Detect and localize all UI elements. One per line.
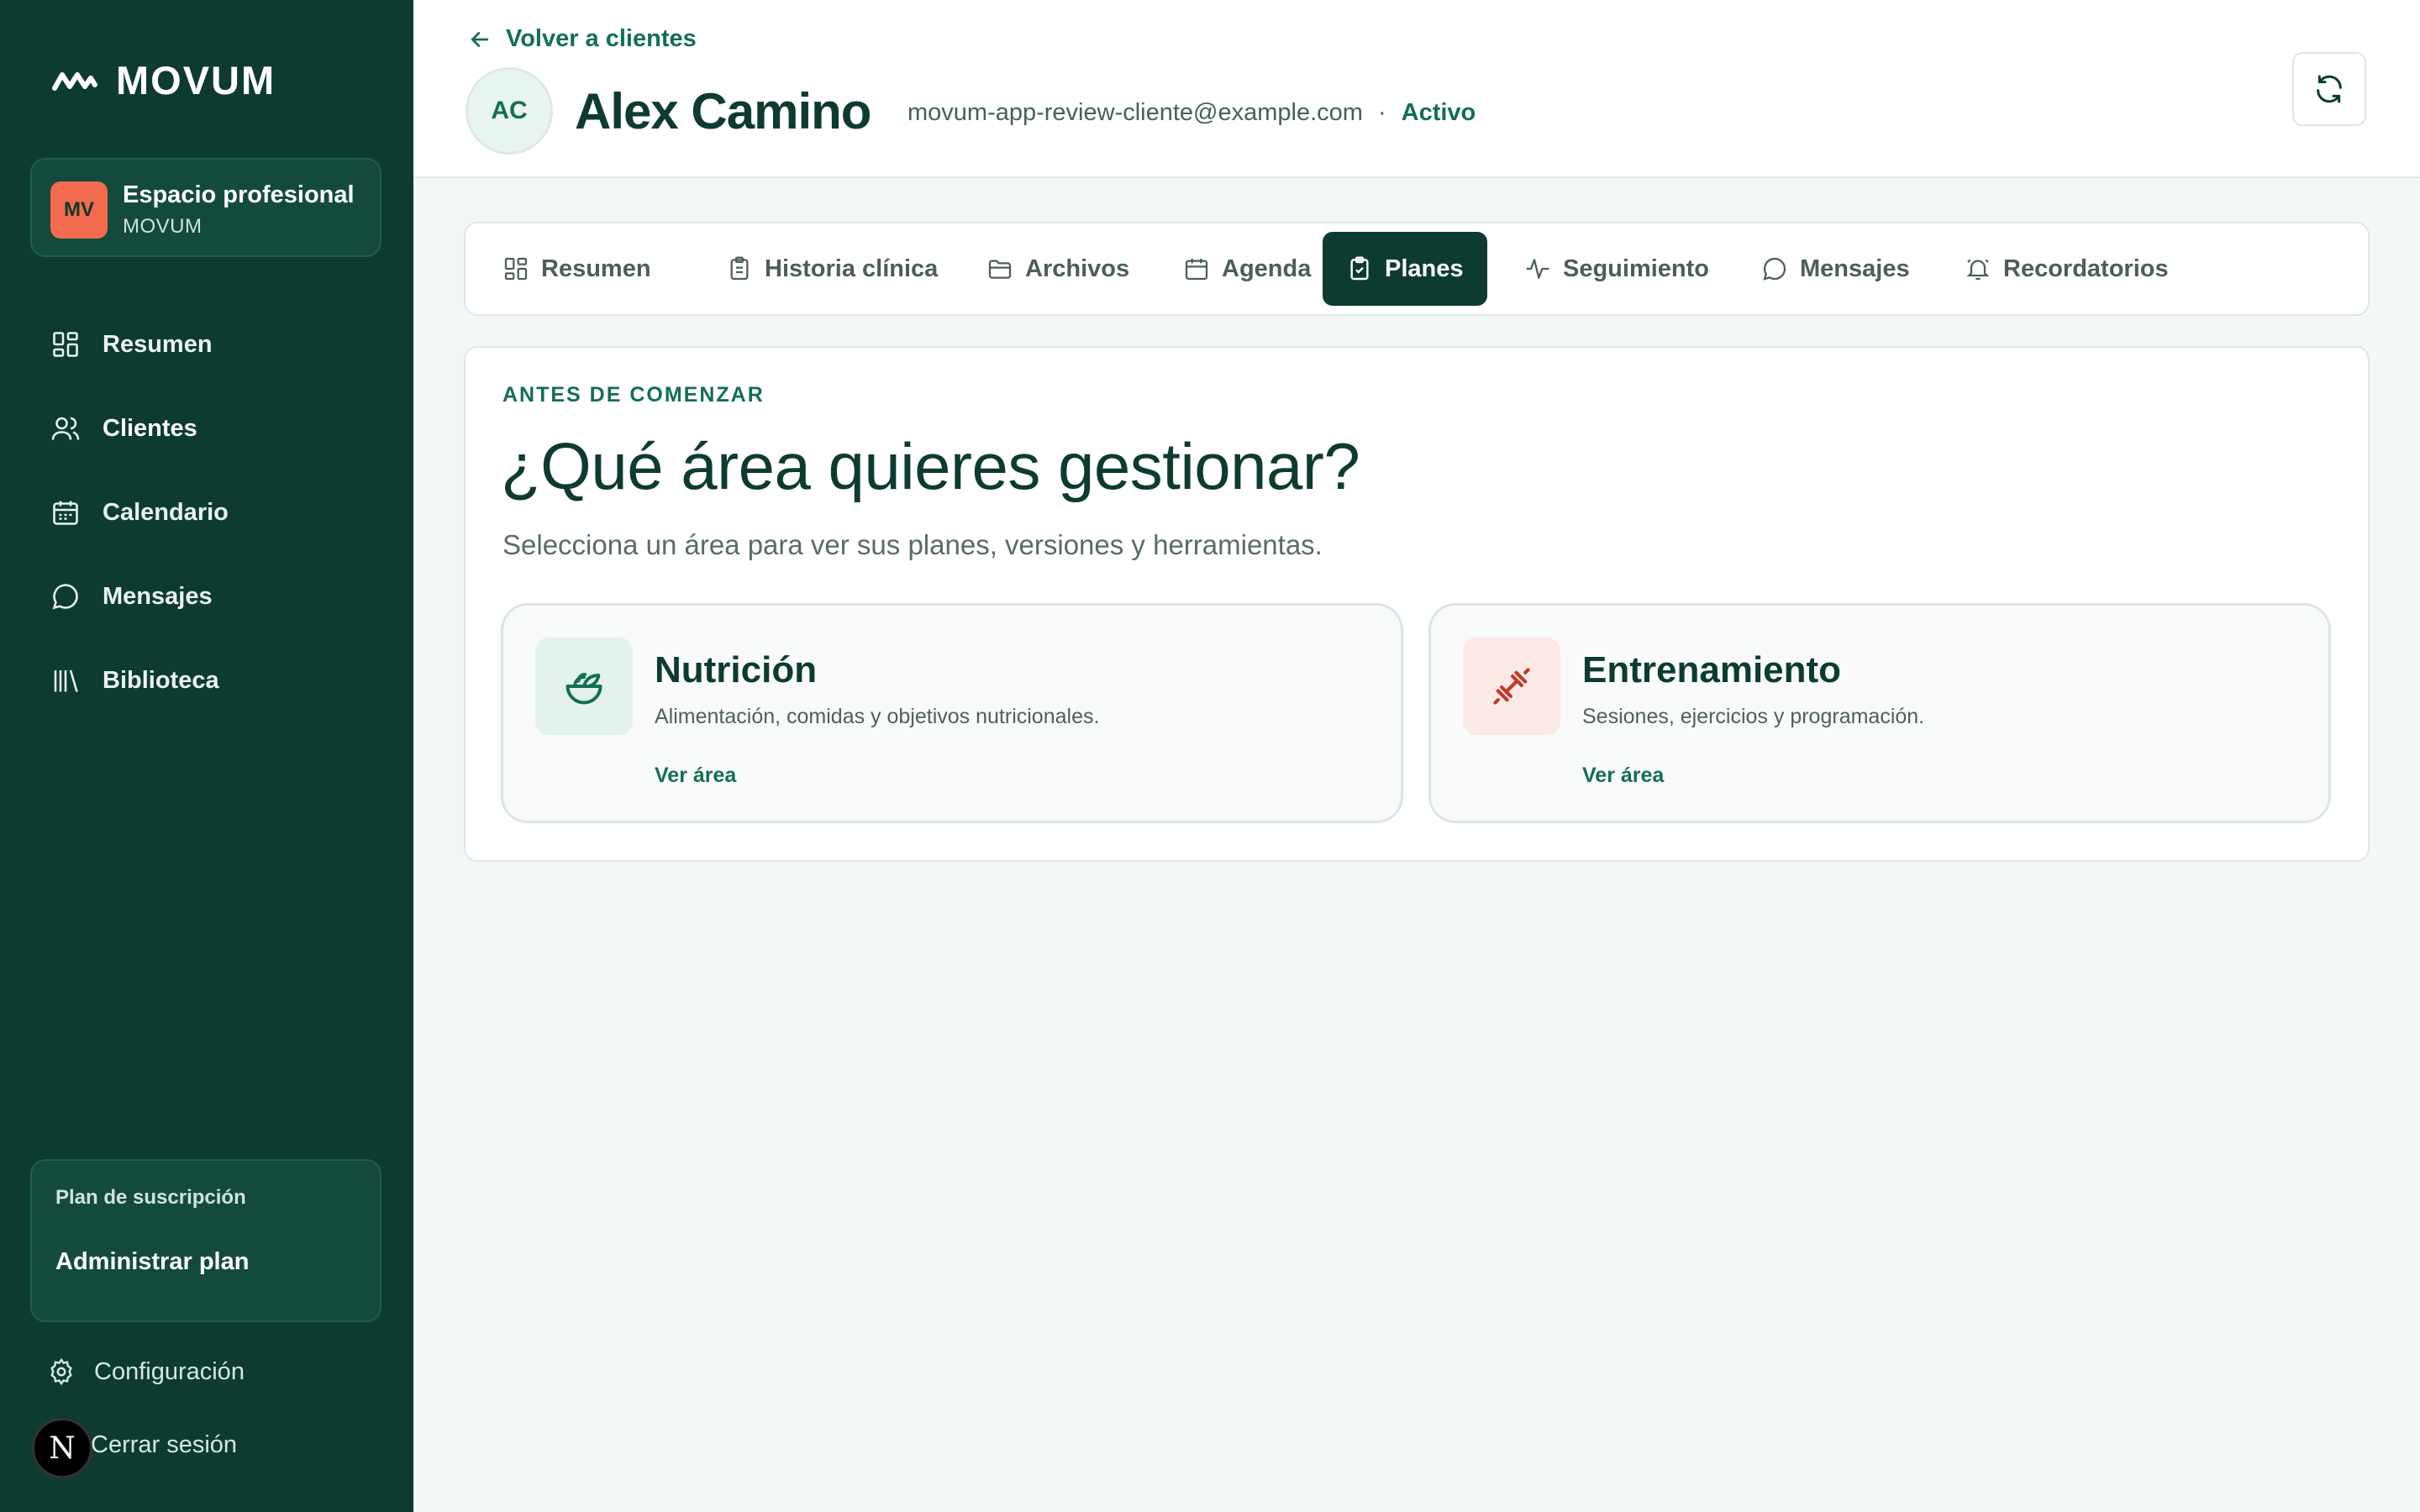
area-title: Nutrición bbox=[655, 649, 818, 690]
dashboard-icon bbox=[53, 332, 78, 357]
workspace-switcher[interactable]: MV Espacio profesional MOVUM bbox=[30, 158, 381, 257]
area-title: Entrenamiento bbox=[1582, 649, 1842, 690]
area-description: Alimentación, comidas y objetivos nutric… bbox=[655, 705, 1100, 728]
area-icon-box bbox=[1463, 638, 1560, 735]
tab-label: Agenda bbox=[1222, 255, 1312, 282]
tab-label: Planes bbox=[1385, 255, 1464, 282]
activity-icon bbox=[1526, 259, 1549, 279]
subscription-card: Plan de suscripción Administrar plan bbox=[30, 1159, 381, 1322]
sidebar-item-calendario[interactable]: Calendario bbox=[50, 487, 370, 538]
tab-resumen[interactable]: Resumen bbox=[479, 232, 675, 306]
movum-logo-icon bbox=[52, 71, 97, 91]
view-area-link[interactable]: Ver área bbox=[1582, 764, 1664, 788]
tab-label: Seguimiento bbox=[1563, 255, 1710, 282]
logout-label: Cerrar sesión bbox=[91, 1431, 238, 1458]
sidebar: MOVUM MV Espacio profesional MOVUM Resum… bbox=[0, 0, 413, 1512]
message-icon bbox=[1763, 257, 1786, 281]
logout-link[interactable]: Cerrar sesión bbox=[91, 1431, 237, 1459]
arrow-left-icon bbox=[471, 31, 489, 47]
sidebar-item-mensajes[interactable]: Mensajes bbox=[50, 571, 370, 622]
area-selector-panel: ANTES DE COMENZAR ¿Qué área quieres gest… bbox=[464, 346, 2370, 862]
area-card-nutricion[interactable]: Nutrición Alimentación, comidas y objeti… bbox=[501, 603, 1403, 823]
client-header: Volver a clientes AC Alex Camino movum-a… bbox=[413, 0, 2420, 178]
workspace-avatar: MV bbox=[50, 181, 108, 239]
page-subtitle: Selecciona un área para ver sus planes, … bbox=[502, 529, 1323, 560]
back-to-clients-link[interactable]: Volver a clientes bbox=[467, 25, 697, 53]
sidebar-item-label: Biblioteca bbox=[103, 666, 219, 694]
tab-label: Historia clínica bbox=[765, 255, 939, 282]
area-icon-box bbox=[535, 638, 633, 735]
tab-label: Resumen bbox=[541, 255, 651, 282]
tab-seguimiento[interactable]: Seguimiento bbox=[1501, 232, 1733, 306]
sidebar-item-label: Mensajes bbox=[103, 582, 213, 610]
client-tabs: Resumen Historia clínica Archivos Agenda… bbox=[464, 222, 2370, 316]
refresh-button[interactable] bbox=[2292, 52, 2366, 126]
manage-plan-link[interactable]: Administrar plan bbox=[55, 1248, 249, 1276]
dumbbell-icon bbox=[1493, 668, 1530, 705]
sidebar-item-label: Resumen bbox=[103, 330, 213, 358]
tab-mensajes[interactable]: Mensajes bbox=[1738, 232, 1933, 306]
folder-icon bbox=[988, 260, 1012, 279]
client-avatar: AC bbox=[466, 67, 553, 155]
eyebrow-label: ANTES DE COMENZAR bbox=[502, 383, 765, 407]
client-email: movum-app-review-cliente@example.com bbox=[908, 99, 1363, 126]
message-icon bbox=[52, 584, 78, 610]
sidebar-item-label: Calendario bbox=[103, 498, 229, 526]
library-icon bbox=[54, 669, 78, 692]
clipboard-check-icon bbox=[1350, 256, 1369, 281]
area-card-entrenamiento[interactable]: Entrenamiento Sesiones, ejercicios y pro… bbox=[1428, 603, 2331, 823]
tab-label: Archivos bbox=[1025, 255, 1130, 282]
tab-label: Recordatorios bbox=[2003, 255, 2169, 282]
brand-name: MOVUM bbox=[116, 58, 276, 102]
clipboard-icon bbox=[730, 256, 749, 281]
meta-separator: · bbox=[1377, 99, 1386, 126]
client-meta: movum-app-review-cliente@example.com · A… bbox=[908, 99, 1476, 127]
refresh-icon bbox=[2317, 75, 2342, 103]
sidebar-item-clientes[interactable]: Clientes bbox=[50, 403, 370, 454]
sidebar-item-biblioteca[interactable]: Biblioteca bbox=[50, 655, 370, 706]
area-description: Sesiones, ejercicios y programación. bbox=[1582, 705, 1925, 728]
tab-agenda[interactable]: Agenda bbox=[1160, 232, 1334, 306]
tab-archivos[interactable]: Archivos bbox=[963, 232, 1153, 306]
tab-historia-clinica[interactable]: Historia clínica bbox=[702, 232, 961, 306]
sidebar-item-resumen[interactable]: Resumen bbox=[50, 319, 370, 370]
bell-icon bbox=[1966, 259, 1990, 281]
brand-logo[interactable]: MOVUM bbox=[52, 57, 276, 103]
tab-planes[interactable]: Planes bbox=[1323, 232, 1487, 306]
gear-icon bbox=[50, 1357, 72, 1386]
dev-badge[interactable]: N bbox=[32, 1418, 92, 1478]
back-label: Volver a clientes bbox=[506, 25, 697, 52]
settings-label: Configuración bbox=[94, 1357, 245, 1385]
settings-link[interactable]: Configuración bbox=[47, 1357, 245, 1386]
dashboard-icon bbox=[504, 257, 528, 281]
calendar-icon bbox=[53, 501, 78, 525]
calendar-icon bbox=[1185, 259, 1208, 281]
page-title: ¿Qué área quieres gestionar? bbox=[501, 429, 1360, 503]
users-icon bbox=[51, 417, 80, 440]
client-name: Alex Camino bbox=[575, 83, 871, 139]
salad-icon bbox=[566, 672, 602, 705]
sidebar-item-label: Clientes bbox=[103, 414, 197, 442]
workspace-title: Espacio profesional bbox=[123, 181, 355, 208]
status-badge: Activo bbox=[1401, 99, 1476, 126]
view-area-link[interactable]: Ver área bbox=[655, 764, 736, 788]
tab-recordatorios[interactable]: Recordatorios bbox=[1941, 232, 2192, 306]
tab-label: Mensajes bbox=[1800, 255, 1910, 282]
subscription-title: Plan de suscripción bbox=[55, 1186, 246, 1209]
workspace-subtitle: MOVUM bbox=[123, 215, 203, 238]
